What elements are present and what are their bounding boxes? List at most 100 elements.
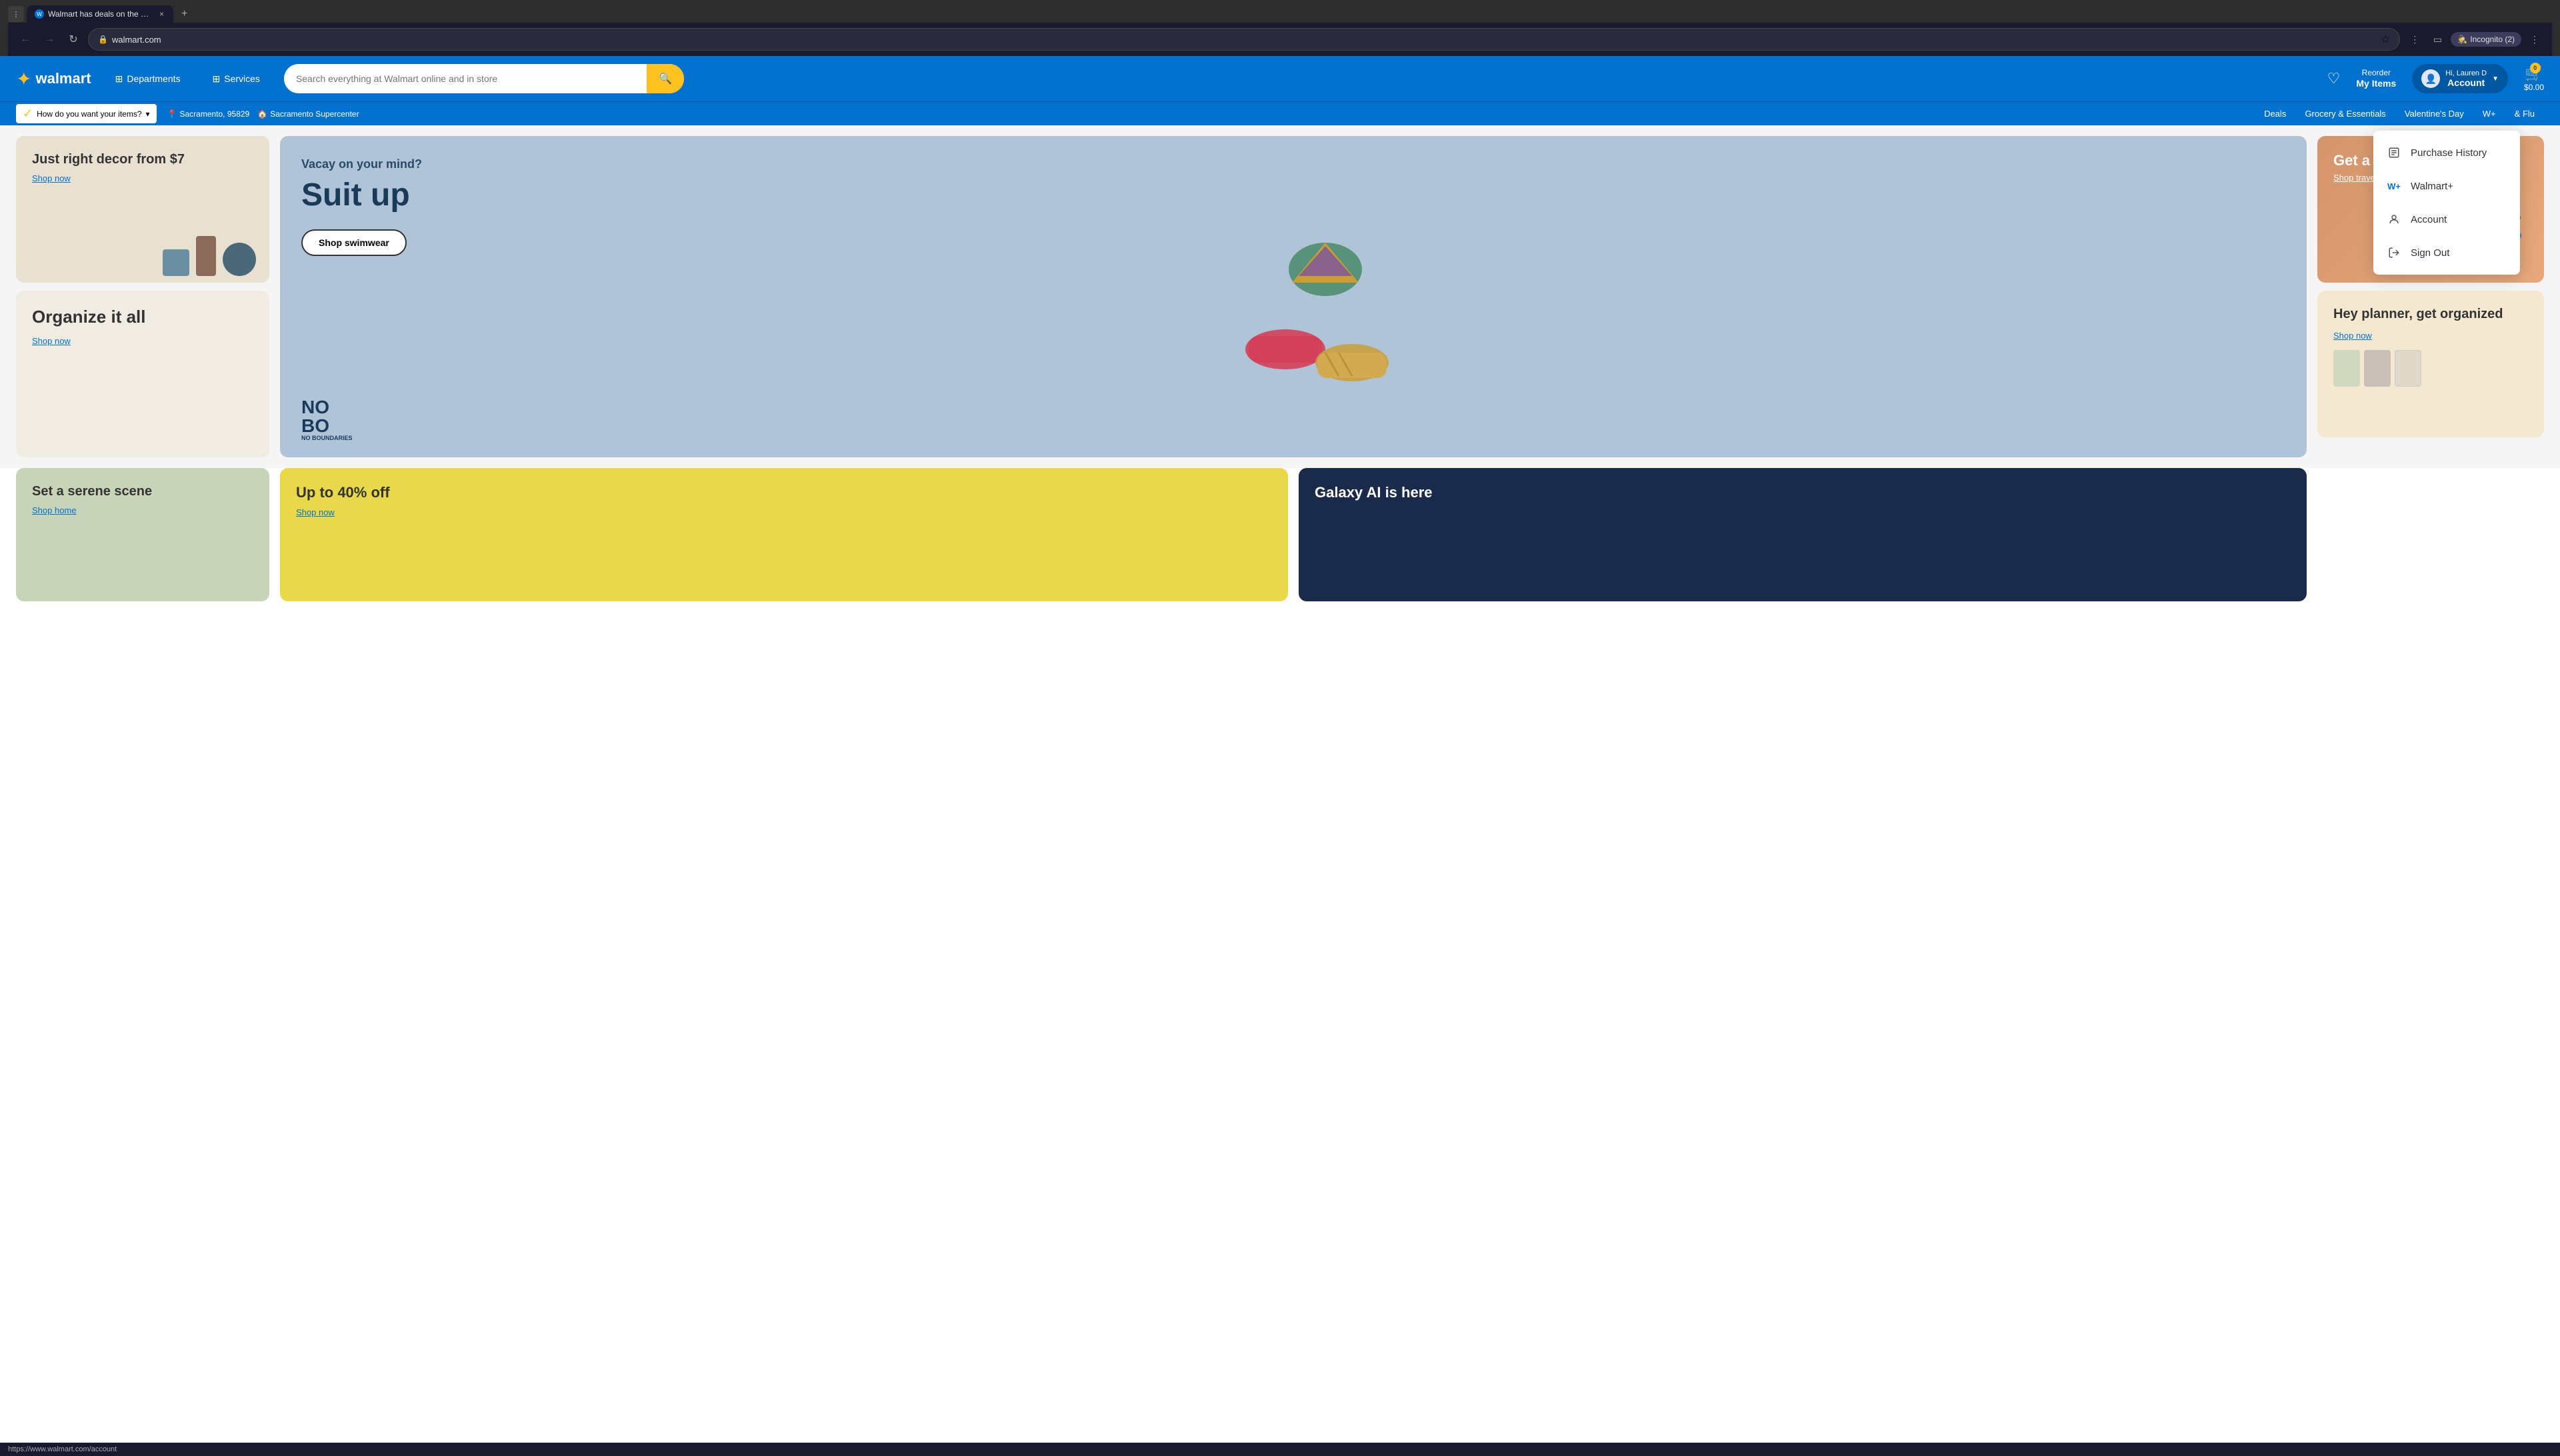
tab-close-button[interactable]: × (158, 9, 165, 19)
search-bar[interactable]: 🔍 (284, 64, 684, 93)
organize-title: Organize it all (32, 307, 253, 327)
services-grid-icon: ⊞ (213, 73, 221, 85)
departments-label: Departments (127, 73, 180, 84)
purchase-history-label: Purchase History (2411, 147, 2487, 159)
incognito-label: Incognito (2) (2470, 35, 2515, 44)
organized-shop-link[interactable]: Shop now (2333, 331, 2372, 341)
bookmark-icon[interactable]: ☆ (2381, 33, 2390, 46)
decor-shop-link[interactable]: Shop now (32, 173, 71, 183)
nav-valentines[interactable]: Valentine's Day (2395, 102, 2473, 125)
refresh-button[interactable]: ↻ (64, 30, 83, 49)
purchase-history-icon (2387, 145, 2401, 160)
reorder-line2: My Items (2356, 78, 2396, 89)
search-icon: 🔍 (659, 72, 672, 85)
incognito-button[interactable]: 🕵 Incognito (2) (2451, 32, 2521, 47)
walmart-page: ✦ walmart ⊞ Departments ⊞ Services 🔍 ♡ R… (0, 56, 2560, 1443)
account-button[interactable]: 👤 Hi, Lauren D Account ▼ (2412, 64, 2508, 93)
organized-title: Hey planner, get organized (2333, 307, 2528, 322)
nobo-subtext: NO BOUNDARIES (301, 435, 353, 441)
organized-card[interactable]: Hey planner, get organized Shop now (2317, 291, 2544, 437)
chevron-down-icon: ▼ (2492, 75, 2499, 83)
shop-swimwear-button[interactable]: Shop swimwear (301, 229, 407, 256)
departments-button[interactable]: ⊞ Departments (107, 68, 189, 90)
browser-toolbar: ← → ↻ 🔒 ☆ ⋮ ▭ 🕵 Incognito (2) ⋮ (8, 23, 2552, 56)
sign-out-label: Sign Out (2411, 247, 2449, 259)
delivery-label: How do you want your items? (37, 109, 141, 119)
off-card[interactable]: Up to 40% off Shop now (280, 468, 1288, 601)
location-info: 📍 Sacramento, 95829 🏠 Sacramento Superce… (167, 104, 359, 124)
walmart-plus-icon: W+ (2387, 179, 2401, 193)
lock-icon: 🔒 (98, 35, 108, 44)
decor-title: Just right decor from $7 (32, 152, 253, 167)
services-label: Services (224, 73, 260, 84)
bottom-row: Set a serene scene Shop home Up to 40% o… (0, 468, 2560, 612)
walmart-plus-label: Walmart+ (2411, 181, 2453, 192)
reorder-button[interactable]: Reorder My Items (2356, 68, 2396, 89)
nav-deals[interactable]: Deals (2255, 102, 2295, 125)
nav-flu[interactable]: & Flu (2505, 102, 2544, 125)
decor-card[interactable]: Just right decor from $7 Shop now (16, 136, 269, 283)
sign-out-item[interactable]: Sign Out (2373, 236, 2520, 269)
nav-walmart-plus[interactable]: W+ (2473, 102, 2505, 125)
heart-icon: ♡ (2327, 70, 2341, 87)
incognito-icon: 🕵 (2457, 35, 2467, 44)
nobo-logo: NOBO NO BOUNDARIES (301, 398, 353, 441)
delivery-circle-icon: ✓ (23, 107, 33, 121)
delivery-selector[interactable]: ✓ How do you want your items? ▾ (16, 104, 157, 123)
nobo-text: NOBO (301, 397, 329, 436)
back-button[interactable]: ← (16, 30, 35, 49)
galaxy-card[interactable]: Galaxy AI is here (1299, 468, 2307, 601)
new-tab-button[interactable]: + (176, 5, 193, 23)
hero-card[interactable]: Vacay on your mind? Suit up Shop swimwea… (280, 136, 2307, 457)
cart-button[interactable]: 🛒 0 $0.00 (2524, 65, 2544, 92)
store-text: Sacramento Supercenter (270, 109, 359, 119)
forward-button[interactable]: → (40, 30, 59, 49)
services-button[interactable]: ⊞ Services (205, 68, 268, 90)
address-input[interactable] (112, 35, 2377, 45)
spark-icon: ✦ (16, 68, 31, 90)
more-button[interactable]: ⋮ (2525, 30, 2544, 49)
status-bar: https://www.walmart.com/account (0, 1443, 2560, 1456)
account-item[interactable]: Account (2373, 203, 2520, 236)
scene-shop-link[interactable]: Shop home (32, 505, 77, 515)
toolbar-actions: ⋮ ▭ 🕵 Incognito (2) ⋮ (2405, 30, 2544, 49)
address-bar[interactable]: 🔒 ☆ (88, 28, 2400, 51)
nav-links: Deals Grocery & Essentials Valentine's D… (2255, 102, 2544, 125)
swimsuit-visual (1205, 149, 2307, 439)
organize-shop-link[interactable]: Shop now (32, 336, 71, 346)
active-tab[interactable]: W Walmart has deals on the most... × (27, 5, 173, 23)
status-url: https://www.walmart.com/account (8, 1445, 117, 1453)
account-person-icon (2387, 212, 2401, 227)
walmart-header: ✦ walmart ⊞ Departments ⊞ Services 🔍 ♡ R… (0, 56, 2560, 101)
avatar: 👤 (2421, 69, 2440, 88)
off-title: Up to 40% off (296, 484, 1272, 501)
reorder-line1: Reorder (2362, 68, 2391, 77)
cart-badge: 0 (2530, 63, 2541, 73)
wishlist-button[interactable]: ♡ (2327, 70, 2341, 87)
off-shop-link[interactable]: Shop now (296, 507, 335, 517)
galaxy-title: Galaxy AI is here (1315, 484, 2291, 501)
departments-grid-icon: ⊞ (115, 73, 123, 85)
search-input[interactable] (284, 65, 647, 92)
purchase-history-item[interactable]: Purchase History (2373, 136, 2520, 169)
walmart-plus-item[interactable]: W+ Walmart+ (2373, 169, 2520, 203)
location-pin-icon: 📍 (167, 109, 177, 119)
store-icon: 🏠 (257, 109, 267, 119)
search-button[interactable]: 🔍 (647, 64, 684, 93)
walmart-logo-text: walmart (35, 70, 91, 87)
walmart-logo[interactable]: ✦ walmart (16, 68, 91, 90)
account-dropdown-label: Account (2411, 214, 2447, 225)
cart-price: $0.00 (2524, 83, 2544, 92)
account-info: Hi, Lauren D Account (2445, 69, 2487, 88)
tab-group-button[interactable]: ⋮ (8, 6, 24, 22)
extensions-button[interactable]: ⋮ (2405, 30, 2424, 49)
organize-card[interactable]: Organize it all Shop now (16, 291, 269, 457)
sidebar-button[interactable]: ▭ (2428, 30, 2447, 49)
tab-favicon: W (35, 9, 44, 19)
scene-card[interactable]: Set a serene scene Shop home (16, 468, 269, 601)
nav-grocery[interactable]: Grocery & Essentials (2295, 102, 2395, 125)
header-middle: 🔍 (284, 64, 2311, 93)
account-dropdown: Purchase History W+ Walmart+ Account Sig… (2373, 131, 2520, 275)
travel-shop-link[interactable]: Shop travel (2333, 173, 2377, 183)
tab-title: Walmart has deals on the most... (48, 9, 154, 19)
